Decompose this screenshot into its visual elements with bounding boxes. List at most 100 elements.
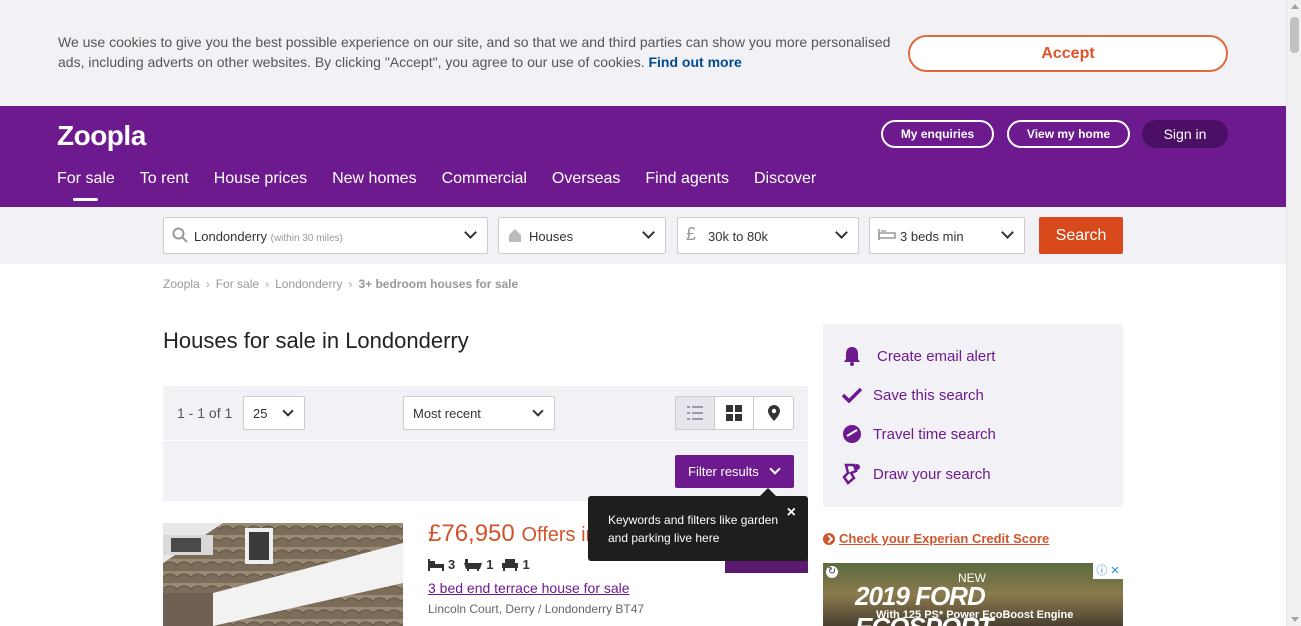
breadcrumb-zoopla[interactable]: Zoopla [163,277,200,291]
radius-hint: (within 30 miles) [270,233,343,244]
experian-credit-link[interactable]: Check your Experian Credit Score [823,531,1049,546]
breadcrumb-for-sale[interactable]: For sale [216,277,259,291]
refresh-icon: ↻ [826,566,838,578]
nav-house-prices[interactable]: House prices [214,170,307,188]
main-nav: For sale To rent House prices New homes … [57,170,841,201]
beds-select[interactable]: 3 beds min [869,217,1025,254]
beds-count: 3 [448,557,456,572]
close-icon[interactable]: × [787,504,796,522]
view-my-home-button[interactable]: View my home [1007,120,1130,148]
scrollbar-thumb[interactable] [1290,17,1299,53]
nav-find-agents[interactable]: Find agents [645,170,729,188]
beds-feature: 3 [428,557,455,572]
results-toolbar: 1 - 1 of 1 25 Most recent [163,386,808,440]
receptions-count: 1 [522,557,530,572]
nav-to-rent[interactable]: To rent [140,170,189,188]
chevron-down-icon [642,226,655,239]
beds-value: 3 beds min [900,229,964,244]
listing-photo[interactable] [163,523,403,626]
nav-overseas[interactable]: Overseas [552,170,620,188]
tooltip-text: Keywords and filters like garden and par… [608,513,779,545]
search-bar: Londonderry (within 30 miles) Houses £ 3… [0,207,1286,264]
ford-advert[interactable]: ↻ NEW 2019 FORD ECOSPORT With 125 PS* Po… [823,563,1123,626]
bell-icon [841,345,863,367]
price-qualifier: Offers in [521,524,597,546]
chevron-right-icon: › [348,277,353,291]
baths-feature: 1 [464,557,493,572]
save-search-label: Save this search [873,386,984,404]
listing-features: 3 1 1 [428,557,539,572]
location-value: Londonderry [194,229,267,244]
listing-address: Lincoln Court, Derry / Londonderry BT47 [428,602,645,616]
filter-results-button[interactable]: Filter results [675,455,794,488]
filter-bar: Filter results [163,441,808,501]
sort-select[interactable]: Most recent [403,396,555,430]
ad-subline: With 125 PS* Power EcoBoost Engine [876,609,1074,621]
save-search-link[interactable]: Save this search [841,384,984,406]
nav-commercial[interactable]: Commercial [442,170,527,188]
create-email-alert-label: Create email alert [877,347,996,365]
experian-label: Check your Experian Credit Score [839,531,1050,546]
page-scrollbar[interactable] [1286,0,1301,626]
sofa-icon [502,558,519,571]
draw-search-link[interactable]: Draw your search [841,463,991,485]
zoopla-logo[interactable]: Zoopla [57,120,146,152]
scroll-up-icon[interactable] [1291,4,1299,9]
results-count: 1 - 1 of 1 [177,405,233,421]
breadcrumb-current: 3+ bedroom houses for sale [358,277,519,291]
chevron-down-icon [532,405,544,417]
price-value: 30k to 80k [708,229,768,244]
chevron-right-icon: › [265,277,270,291]
list-view-button[interactable] [676,397,715,429]
search-icon [172,227,188,246]
sign-in-button[interactable]: Sign in [1142,120,1228,148]
per-page-value: 25 [253,406,268,421]
scroll-down-icon[interactable] [1291,617,1299,622]
cookie-text: We use cookies to give you the best poss… [58,32,908,72]
my-enquiries-button[interactable]: My enquiries [881,120,994,148]
find-out-more-link[interactable]: Find out more [648,54,741,70]
sort-value: Most recent [413,406,481,421]
chevron-down-icon [464,226,477,239]
list-icon [687,406,703,420]
bed-icon [428,558,444,571]
chevron-right-icon: › [205,277,210,291]
travel-time-search-label: Travel time search [873,425,996,443]
draw-search-label: Draw your search [873,465,991,483]
page-title: Houses for sale in Londonderry [163,328,469,353]
nav-discover[interactable]: Discover [754,170,816,188]
filter-results-label: Filter results [688,464,759,479]
accept-cookies-button[interactable]: Accept [908,35,1228,72]
view-switcher [675,396,794,430]
nav-new-homes[interactable]: New homes [332,170,416,188]
travel-time-search-link[interactable]: Travel time search [841,423,996,445]
chevron-circle-icon [823,532,835,545]
bath-icon [464,558,483,571]
breadcrumb-londonderry[interactable]: Londonderry [275,277,342,291]
bed-icon [878,227,896,244]
search-actions-panel: Create email alert Save this search Trav… [823,324,1123,507]
receptions-feature: 1 [502,557,530,572]
search-button[interactable]: Search [1039,217,1123,254]
price-select[interactable]: £ 30k to 80k [677,217,859,254]
property-type-select[interactable]: Houses [498,217,666,254]
cookie-message: We use cookies to give you the best poss… [58,34,891,70]
nav-for-sale[interactable]: For sale [57,170,115,201]
create-email-alert-link[interactable]: Create email alert [841,345,995,367]
breadcrumb: Zoopla › For sale › Londonderry › 3+ bedroo… [163,277,524,291]
pound-icon: £ [686,224,697,244]
chevron-down-icon [769,463,781,475]
checkmark-icon [841,384,863,406]
cookie-banner: We use cookies to give you the best poss… [0,0,1286,106]
per-page-select[interactable]: 25 [243,396,305,430]
grid-view-button[interactable] [715,397,754,429]
listing-price: £76,950 Offers in [428,520,597,548]
price-value: £76,950 [428,520,515,547]
adchoices-icon[interactable]: ⓘ ✕ [1093,563,1123,579]
property-type-value: Houses [529,229,574,244]
baths-count: 1 [486,557,494,572]
map-view-button[interactable] [754,397,793,429]
listing-title-link[interactable]: 3 bed end terrace house for sale [428,580,630,596]
location-input[interactable]: Londonderry (within 30 miles) [163,217,488,254]
draw-icon [841,463,863,485]
